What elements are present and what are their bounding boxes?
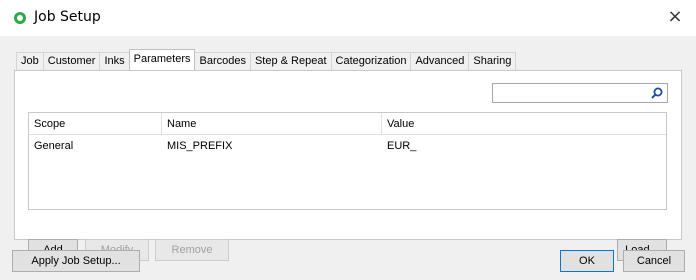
table-cell-name: MIS_PREFIX [167,140,233,152]
app-circle-icon [14,12,26,24]
tab-categorization[interactable]: Categorization [330,52,412,70]
window-title: Job Setup [34,9,101,25]
table-cell-scope: General [34,140,74,152]
tab-barcodes[interactable]: Barcodes [194,52,251,70]
column-header-value[interactable]: Value [382,113,666,135]
tab-inks[interactable]: Inks [99,52,130,70]
tab-step-and-repeat[interactable]: Step & Repeat [249,52,332,70]
search-input[interactable] [492,83,668,103]
tab-parameters[interactable]: Parameters [128,49,196,70]
table-header: Scope Name Value [29,113,666,135]
title-bar: Job Setup × [0,0,696,36]
cancel-button[interactable]: Cancel [623,250,685,272]
tab-sharing[interactable]: Sharing [468,52,517,70]
search-icon[interactable] [650,86,664,100]
remove-button[interactable]: Remove [155,239,229,261]
tab-job[interactable]: Job [16,52,44,70]
tab-strip: Job Customer Inks Parameters Barcodes St… [16,49,517,70]
apply-job-setup-button[interactable]: Apply Job Setup... [12,250,140,272]
column-header-scope[interactable]: Scope [29,113,162,135]
dialog-body: Job Customer Inks Parameters Barcodes St… [0,36,696,280]
column-header-name[interactable]: Name [162,113,382,135]
tab-advanced[interactable]: Advanced [410,52,470,70]
tab-customer[interactable]: Customer [42,52,101,70]
ok-button[interactable]: OK [560,250,614,272]
table-cell-value: EUR_ [387,140,417,152]
parameters-table: Scope Name Value General MIS_PREFIX EUR_ [28,112,667,210]
table-row[interactable]: General MIS_PREFIX EUR_ [29,135,666,157]
close-icon[interactable]: × [664,6,686,28]
parameters-panel: Scope Name Value General MIS_PREFIX EUR_… [14,70,682,261]
